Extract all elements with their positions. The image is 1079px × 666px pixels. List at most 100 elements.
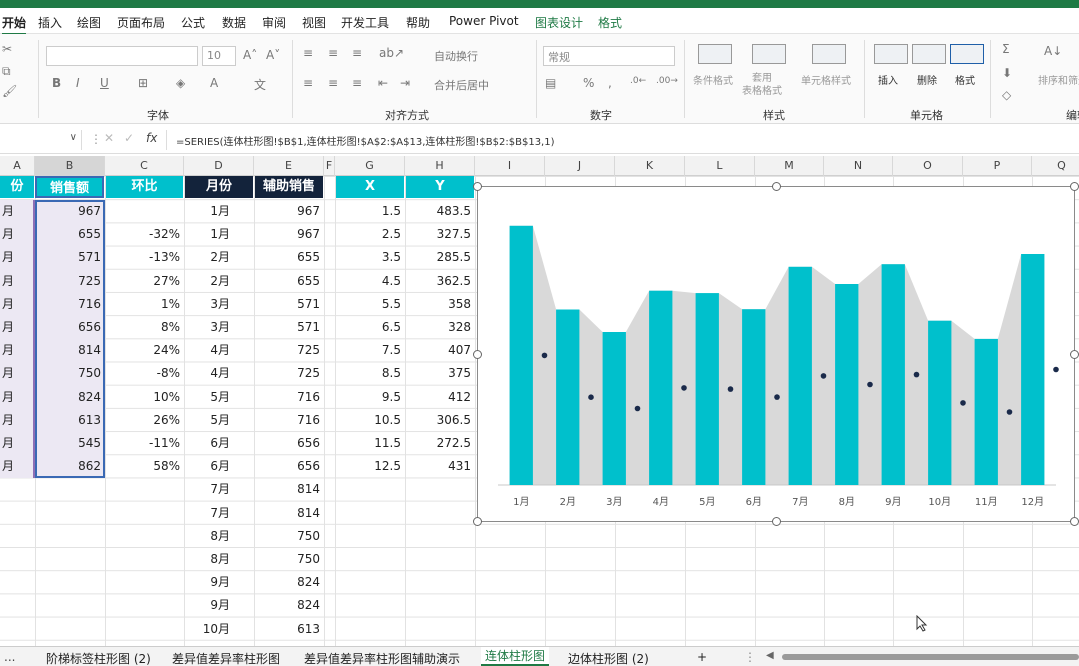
copy-icon[interactable]: ⧉ xyxy=(2,64,11,79)
font-size-select[interactable]: 10 xyxy=(202,46,236,66)
cell-h-3[interactable]: 327.5 xyxy=(407,223,471,246)
cell-b-3[interactable]: 655 xyxy=(37,223,101,246)
col-header-d[interactable]: D xyxy=(184,156,254,176)
cell-a-6[interactable]: 月 xyxy=(2,293,32,316)
col-header-f[interactable]: F xyxy=(324,156,335,176)
cell-e-18[interactable]: 824 xyxy=(256,571,320,594)
cell-g-6[interactable]: 5.5 xyxy=(337,293,401,316)
cell-d-17[interactable]: 8月 xyxy=(186,548,230,571)
cell-e-6[interactable]: 571 xyxy=(256,293,320,316)
resize-handle-br[interactable] xyxy=(1070,517,1079,526)
cell-c-6[interactable]: 1% xyxy=(107,293,180,316)
cell-a-11[interactable]: 月 xyxy=(2,409,32,432)
tab-formulas[interactable]: 公式 xyxy=(181,14,205,31)
tab-format[interactable]: 格式 xyxy=(598,14,622,31)
cell-d-18[interactable]: 9月 xyxy=(186,571,230,594)
align-right-icon[interactable]: ≡ xyxy=(352,76,362,90)
cell-h-2[interactable]: 483.5 xyxy=(407,200,471,223)
cell-b-11[interactable]: 613 xyxy=(37,409,101,432)
comma-icon[interactable]: , xyxy=(608,76,612,90)
cell-g-2[interactable]: 1.5 xyxy=(337,200,401,223)
cell-h-4[interactable]: 285.5 xyxy=(407,246,471,269)
cell-a-12[interactable]: 月 xyxy=(2,432,32,455)
border-icon[interactable]: ⊞ xyxy=(138,76,148,90)
phonetic-icon[interactable]: 文 xyxy=(254,76,266,93)
tab-insert[interactable]: 插入 xyxy=(38,14,62,31)
cell-g-9[interactable]: 8.5 xyxy=(337,362,401,385)
col-header-h[interactable]: H xyxy=(405,156,475,176)
cell-c-13[interactable]: 58% xyxy=(107,455,180,478)
cell-b-5[interactable]: 725 xyxy=(37,270,101,293)
align-middle-icon[interactable]: ≡ xyxy=(328,46,338,60)
cell-d-5[interactable]: 2月 xyxy=(186,270,230,293)
col-header-j[interactable]: J xyxy=(545,156,615,176)
cell-styles-button[interactable]: 单元格样式 xyxy=(801,72,851,87)
insert-cells-icon[interactable] xyxy=(874,44,908,64)
col-header-o[interactable]: O xyxy=(893,156,963,176)
cell-g-12[interactable]: 11.5 xyxy=(337,432,401,455)
col-header-a[interactable]: A xyxy=(0,156,35,176)
sheet-tab-2[interactable]: 差异值差异率柱形图 xyxy=(172,650,280,666)
col-header-i[interactable]: I xyxy=(475,156,545,176)
cell-h-13[interactable]: 431 xyxy=(407,455,471,478)
cell-d-8[interactable]: 4月 xyxy=(186,339,230,362)
increase-font-icon[interactable]: A˄ xyxy=(243,48,257,62)
cell-d-7[interactable]: 3月 xyxy=(186,316,230,339)
resize-handle-mr[interactable] xyxy=(1070,350,1079,359)
merge-center-button[interactable]: 合并后居中 xyxy=(434,77,489,93)
cell-a-9[interactable]: 月 xyxy=(2,362,32,385)
cell-h-6[interactable]: 358 xyxy=(407,293,471,316)
tab-home[interactable]: 开始 xyxy=(2,14,27,35)
resize-handle-tc[interactable] xyxy=(772,182,781,191)
col-header-m[interactable]: M xyxy=(755,156,824,176)
cell-b-6[interactable]: 716 xyxy=(37,293,101,316)
cell-e-12[interactable]: 656 xyxy=(256,432,320,455)
col-header-n[interactable]: N xyxy=(824,156,893,176)
align-bottom-icon[interactable]: ≡ xyxy=(352,46,362,60)
chart-area[interactable]: 1月 2月 3月 4月 5月 6月 7月 8月 9月 10月 11月 12月 xyxy=(477,186,1075,522)
cell-d-12[interactable]: 6月 xyxy=(186,432,230,455)
resize-handle-tr[interactable] xyxy=(1070,182,1079,191)
format-cells-button[interactable]: 格式 xyxy=(955,72,975,87)
cell-g-11[interactable]: 10.5 xyxy=(337,409,401,432)
cell-e-11[interactable]: 716 xyxy=(256,409,320,432)
align-left-icon[interactable]: ≡ xyxy=(303,76,313,90)
cell-a-3[interactable]: 月 xyxy=(2,223,32,246)
cell-c-8[interactable]: 24% xyxy=(107,339,180,362)
tab-draw[interactable]: 绘图 xyxy=(77,14,101,31)
cell-a-10[interactable]: 月 xyxy=(2,386,32,409)
clear-icon[interactable]: ◇ xyxy=(1002,88,1011,102)
sort-filter-button[interactable]: 排序和筛选 xyxy=(1038,72,1079,87)
sheet-tab-5[interactable]: 边体柱形图 (2) xyxy=(568,650,649,666)
cell-a-4[interactable]: 月 xyxy=(2,246,32,269)
cell-h-11[interactable]: 306.5 xyxy=(407,409,471,432)
tab-review[interactable]: 审阅 xyxy=(262,14,286,31)
cell-d-19[interactable]: 9月 xyxy=(186,594,230,617)
cell-b-9[interactable]: 750 xyxy=(37,362,101,385)
cell-a-5[interactable]: 月 xyxy=(2,270,32,293)
orientation-icon[interactable]: ab↗ xyxy=(379,46,404,60)
cell-g-4[interactable]: 3.5 xyxy=(337,246,401,269)
format-painter-icon[interactable]: 🖌 xyxy=(2,84,17,98)
cell-a-13[interactable]: 月 xyxy=(2,455,32,478)
bold-icon[interactable]: B xyxy=(52,76,61,90)
cell-g-10[interactable]: 9.5 xyxy=(337,386,401,409)
cell-d-16[interactable]: 8月 xyxy=(186,525,230,548)
cell-h-12[interactable]: 272.5 xyxy=(407,432,471,455)
format-cells-icon[interactable] xyxy=(950,44,984,64)
col-header-g[interactable]: G xyxy=(335,156,405,176)
sheet-tab-3[interactable]: 差异值差异率柱形图辅助演示 xyxy=(304,650,460,666)
cell-e-5[interactable]: 655 xyxy=(256,270,320,293)
col-header-e[interactable]: E xyxy=(254,156,324,176)
cell-d-14[interactable]: 7月 xyxy=(186,478,230,501)
col-header-k[interactable]: K xyxy=(615,156,685,176)
cell-e-7[interactable]: 571 xyxy=(256,316,320,339)
cell-d-2[interactable]: 1月 xyxy=(186,200,230,223)
resize-handle-tl[interactable] xyxy=(473,182,482,191)
cell-d-10[interactable]: 5月 xyxy=(186,386,230,409)
table-format-icon[interactable] xyxy=(752,44,786,64)
underline-icon[interactable]: U xyxy=(100,76,109,90)
cell-c-11[interactable]: 26% xyxy=(107,409,180,432)
cell-e-20[interactable]: 613 xyxy=(256,618,320,641)
cell-e-14[interactable]: 814 xyxy=(256,478,320,501)
